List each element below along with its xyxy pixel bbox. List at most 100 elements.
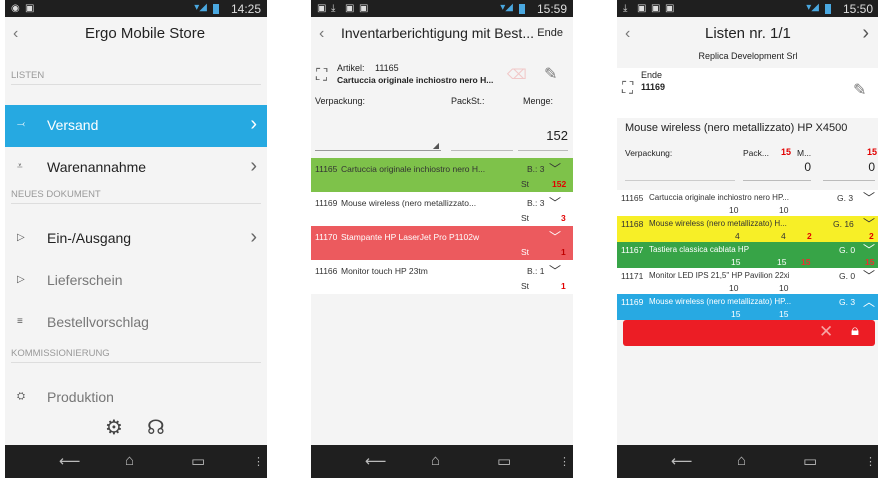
production-icon: ⛭ (17, 391, 25, 402)
chevron-down-icon[interactable]: ﹀ (863, 241, 875, 258)
chevron-right-icon[interactable]: › (862, 22, 869, 45)
chevron-down-icon[interactable]: ﹀ (549, 228, 561, 245)
settings-gear-icon[interactable]: ⚙ (105, 415, 123, 440)
menu-item-label: Ein-/Ausgang (47, 230, 132, 246)
chevron-down-icon[interactable]: ﹀ (549, 262, 561, 279)
home-nav-icon[interactable]: ⌂ (431, 452, 440, 469)
chevron-up-icon[interactable]: ︿ (863, 293, 875, 310)
app-header: ‹ Inventarberichtigung mit Best... Ende (311, 17, 573, 50)
recent-apps-icon[interactable]: ▭ (803, 452, 817, 470)
recent-apps-icon[interactable]: ▭ (497, 452, 511, 470)
status-time: 14:25 (230, 2, 261, 16)
menu-item-bestellvorschlag[interactable]: ≡ Bestellvorschlag (5, 302, 267, 344)
receiving-icon: ⩡ (17, 161, 23, 172)
list-item[interactable]: 11166 Monitor touch HP 23tm B.: 1 ﹀ St 1 (311, 260, 573, 294)
item-description: Tastiera classica cablata HP (649, 245, 750, 254)
menu-item-label: Lieferschein (47, 272, 123, 288)
item-group: G. 0 (839, 245, 856, 255)
menu-item-lieferschein[interactable]: ▷ Lieferschein (5, 260, 267, 302)
back-nav-icon[interactable]: ⟵ (59, 452, 81, 470)
status-bar: ◉ ▣ ▾◢ 14:25 (5, 0, 267, 17)
pack-value: 15 (781, 147, 792, 157)
item-unit: St (521, 247, 530, 257)
list-item[interactable]: 11167 Tastiera classica cablata HP G. 0 … (617, 242, 878, 268)
item-quantity: 152 (552, 179, 567, 189)
verpackung-select[interactable]: ◢ (315, 128, 441, 151)
location-icon: ◉ (11, 3, 20, 14)
artikel-label: Artikel: (337, 63, 365, 73)
chevron-down-icon[interactable]: ﹀ (863, 267, 875, 284)
artikel-description: Cartuccia originale inchiostro nero H... (337, 75, 494, 85)
list-item[interactable]: 11165 Cartuccia originale inchiostro ner… (311, 158, 573, 192)
app-title: Ergo Mobile Store (85, 25, 206, 42)
artikel-value: 11165 (375, 63, 399, 73)
image-icon: ▣ (651, 3, 661, 14)
menu-item-label: Warenannahme (47, 159, 147, 175)
packst-field[interactable] (451, 128, 513, 151)
menu-dots-icon[interactable]: ⋮ (253, 455, 264, 468)
back-icon[interactable]: ‹ (625, 25, 630, 43)
ende-button[interactable]: Ende (537, 27, 563, 39)
item-group: G. 3 (837, 193, 854, 203)
edit-pencil-icon[interactable]: ✎ (853, 80, 866, 100)
item-description: Mouse wireless (nero metallizzato) HP... (649, 297, 792, 306)
item-bin: B.: 3 (527, 198, 545, 208)
barcode-scanner-icon[interactable]: ⛶ (316, 67, 327, 85)
screen-title: Inventarberichtigung mit Best... (341, 25, 534, 41)
home-nav-icon[interactable]: ⌂ (737, 452, 746, 469)
menge-field[interactable]: 152 (518, 128, 568, 151)
eraser-icon[interactable]: ⌫ (507, 66, 527, 83)
item-code: 11165 (621, 193, 644, 203)
back-nav-icon[interactable]: ⟵ (365, 452, 387, 470)
verpackung-underline (625, 180, 735, 181)
back-icon[interactable]: ‹ (13, 25, 18, 43)
chevron-down-icon[interactable]: ﹀ (863, 215, 875, 232)
menu-dots-icon[interactable]: ⋮ (865, 455, 876, 468)
wifi-icon: ▾◢ (500, 2, 513, 13)
pack-field[interactable]: 0 (743, 160, 811, 181)
home-nav-icon[interactable]: ⌂ (125, 452, 134, 469)
image-icon: ▣ (25, 3, 35, 14)
back-nav-icon[interactable]: ⟵ (671, 452, 693, 470)
list-item[interactable]: 11171 Monitor LED IPS 21,5" HP Pavilion … (617, 268, 878, 294)
user-profile-icon[interactable]: ☊ (147, 415, 165, 440)
list-item[interactable]: 11170 Stampante HP LaserJet Pro P1102w ﹀… (311, 226, 573, 260)
item-qty-1: 10 (729, 283, 739, 293)
list-item[interactable]: 11169 Mouse wireless (nero metallizzato.… (311, 192, 573, 226)
item-code: 11171 (621, 271, 644, 281)
barcode-scanner-icon[interactable]: ⛶ (622, 80, 633, 98)
shipping-icon: ⤙ (17, 119, 25, 130)
menu-item-label: Versand (47, 117, 99, 133)
recent-apps-icon[interactable]: ▭ (191, 452, 205, 470)
chevron-down-icon[interactable]: ﹀ (549, 160, 561, 177)
section-header-kommissionierung: KOMMISSIONIERUNG (11, 344, 261, 363)
menge-label: Menge: (523, 96, 554, 106)
lock-icon[interactable]: 🔒︎ (851, 322, 859, 339)
back-icon[interactable]: ‹ (319, 25, 324, 43)
close-icon[interactable]: ✕ (819, 322, 833, 342)
app-header: ‹ Listen nr. 1/1 › (617, 17, 878, 50)
article-code: 11169 (641, 82, 666, 92)
edit-pencil-icon[interactable]: ✎ (544, 64, 557, 84)
item-description: Stampante HP LaserJet Pro P1102w (341, 232, 480, 242)
menge-field[interactable]: 0 (823, 160, 875, 181)
m-value: 15 (867, 147, 878, 157)
chevron-down-icon[interactable]: ﹀ (863, 189, 875, 206)
chevron-down-icon[interactable]: ﹀ (549, 194, 561, 211)
item-qty-2: 4 (781, 231, 786, 241)
company-subtitle: Replica Development Srl (698, 51, 798, 61)
list-item[interactable]: 11168 Mouse wireless (nero metallizzato)… (617, 216, 878, 242)
menu-item-ein-ausgang[interactable]: ▷ Ein-/Ausgang › (5, 218, 267, 260)
section-header-neues-dokument: NEUES DOKUMENT (11, 185, 261, 204)
bottom-toolbar: ⚙ ☊ (5, 411, 267, 445)
phone-screen-3: ⤓ ▣ ▣ ▣ ▾◢ 15:50 ‹ Listen nr. 1/1 › Repl… (617, 0, 878, 478)
menu-item-versand[interactable]: ⤙ Versand › (5, 105, 267, 147)
item-code: 11169 (621, 297, 644, 307)
list-item-expanded[interactable]: 11169 Mouse wireless (nero metallizzato)… (617, 294, 878, 320)
item-bin: B.: 1 (527, 266, 545, 276)
list-item[interactable]: 11165 Cartuccia originale inchiostro ner… (617, 190, 878, 216)
menu-dots-icon[interactable]: ⋮ (559, 455, 570, 468)
menu-item-warenannahme[interactable]: ⩡ Warenannahme › (5, 147, 267, 185)
status-time: 15:50 (842, 2, 873, 16)
android-nav-bar: ⟵ ⌂ ▭ ⋮ (617, 445, 878, 478)
